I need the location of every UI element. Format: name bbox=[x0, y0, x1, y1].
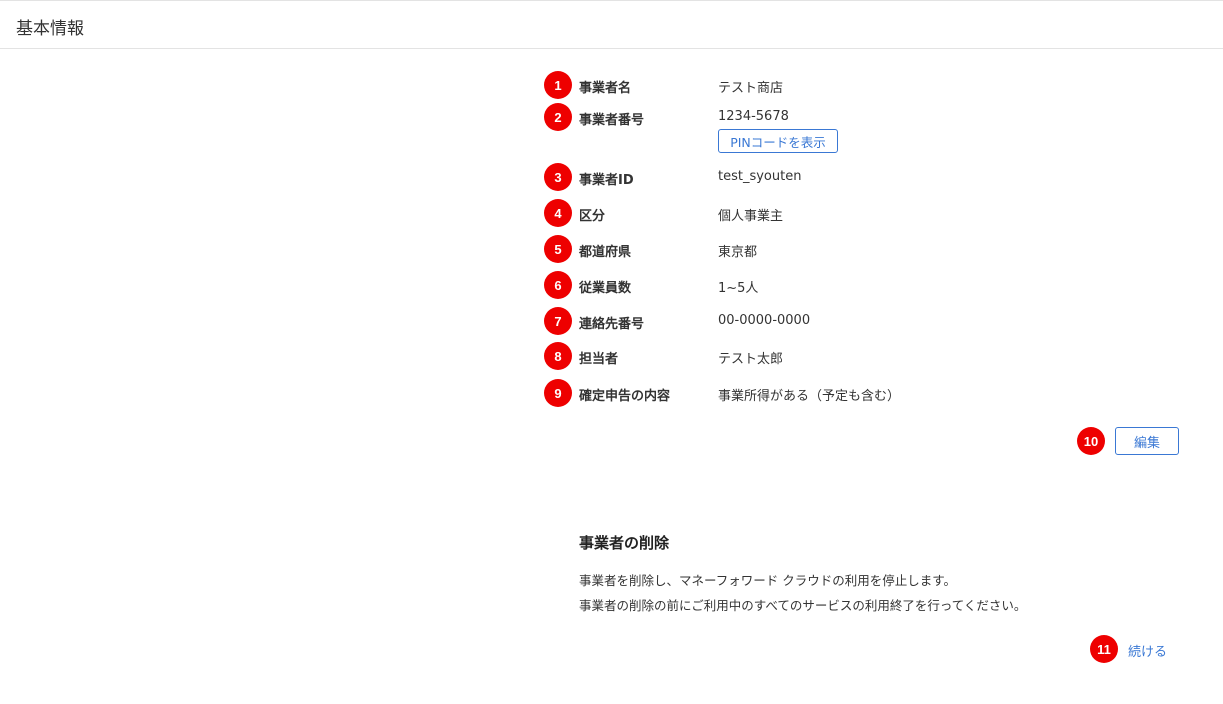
delete-description-line-1: 事業者を削除し、マネーフォワード クラウドの利用を停止します。 bbox=[579, 573, 956, 588]
field-label-person-in-charge: 担当者 bbox=[579, 352, 619, 367]
field-value-employee-count: 1~5人 bbox=[718, 281, 759, 296]
field-label-tax-return-content: 確定申告の内容 bbox=[579, 389, 671, 404]
annotation-badge-6: 6 bbox=[544, 271, 572, 299]
field-label-employee-count: 従業員数 bbox=[579, 281, 632, 296]
field-value-person-in-charge: テスト太郎 bbox=[718, 352, 784, 367]
annotation-badge-2: 2 bbox=[544, 103, 572, 131]
field-label-contact-number: 連絡先番号 bbox=[579, 317, 645, 332]
annotation-badge-1: 1 bbox=[544, 71, 572, 99]
field-label-business-id: 事業者ID bbox=[579, 173, 634, 188]
delete-description-line-2: 事業者の削除の前にご利用中のすべてのサービスの利用終了を行ってください。 bbox=[579, 598, 1027, 613]
field-value-category: 個人事業主 bbox=[718, 209, 784, 224]
annotation-badge-9: 9 bbox=[544, 379, 572, 407]
field-value-prefecture: 東京都 bbox=[718, 245, 758, 260]
field-label-category: 区分 bbox=[579, 209, 606, 224]
page-title: 基本情報 bbox=[16, 19, 84, 39]
annotation-badge-8: 8 bbox=[544, 342, 572, 370]
field-value-business-id: test_syouten bbox=[718, 169, 802, 184]
annotation-badge-3: 3 bbox=[544, 163, 572, 191]
field-label-business-number: 事業者番号 bbox=[579, 113, 645, 128]
annotation-badge-4: 4 bbox=[544, 199, 572, 227]
annotation-badge-5: 5 bbox=[544, 235, 572, 263]
edit-button[interactable]: 編集 bbox=[1115, 427, 1179, 455]
show-pin-code-button[interactable]: PINコードを表示 bbox=[718, 129, 838, 153]
field-label-business-name: 事業者名 bbox=[579, 81, 632, 96]
field-value-business-name: テスト商店 bbox=[718, 81, 784, 96]
field-label-prefecture: 都道府県 bbox=[579, 245, 632, 260]
annotation-badge-11: 11 bbox=[1090, 635, 1118, 663]
field-value-tax-return-content: 事業所得がある（予定も含む） bbox=[718, 389, 901, 404]
continue-link[interactable]: 続ける bbox=[1128, 641, 1167, 660]
field-value-business-number: 1234-5678 bbox=[718, 109, 789, 124]
delete-section-title: 事業者の削除 bbox=[579, 534, 670, 552]
field-value-contact-number: 00-0000-0000 bbox=[718, 313, 811, 328]
annotation-badge-10: 10 bbox=[1077, 427, 1105, 455]
annotation-badge-7: 7 bbox=[544, 307, 572, 335]
page-header: 基本情報 bbox=[0, 0, 1223, 49]
